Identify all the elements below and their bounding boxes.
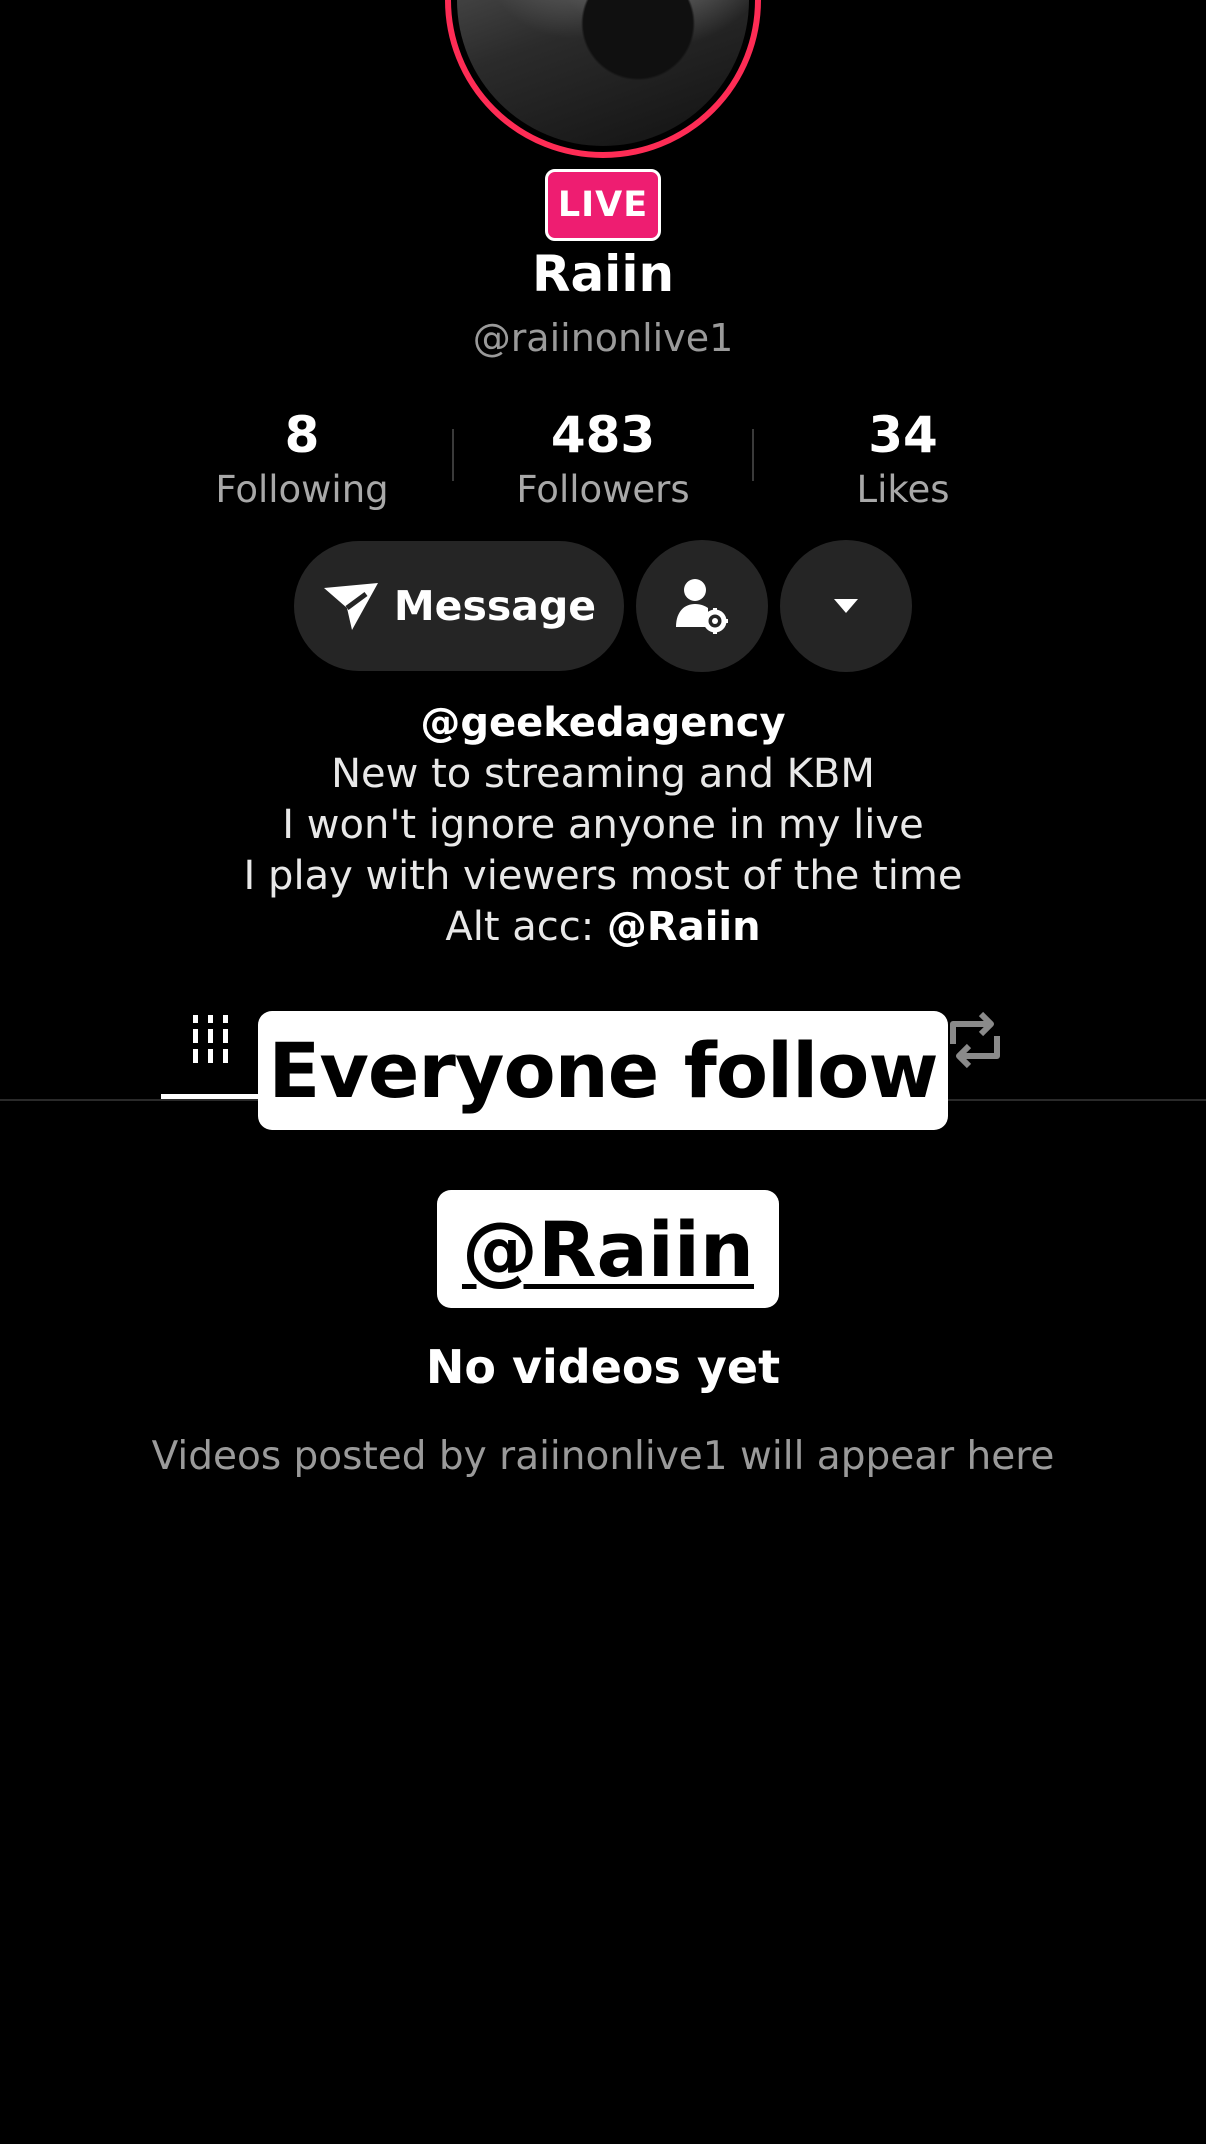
following-count: 8 bbox=[284, 406, 320, 464]
bio-line: I play with viewers most of the time bbox=[243, 853, 963, 899]
avatar-image bbox=[457, 0, 749, 146]
person-gear-icon bbox=[671, 575, 733, 637]
bio-alt-prefix: Alt acc: bbox=[445, 904, 607, 950]
tab-reposts[interactable] bbox=[943, 1010, 1007, 1074]
avatar[interactable] bbox=[445, 0, 761, 158]
overlay-mention: @Raiin bbox=[437, 1190, 779, 1308]
tab-videos[interactable] bbox=[190, 1013, 246, 1073]
bio-alt-mention[interactable]: @Raiin bbox=[607, 904, 761, 950]
overlay-text: Everyone follow bbox=[258, 1011, 948, 1130]
following-label: Following bbox=[215, 468, 389, 511]
empty-state-subtitle: Videos posted by raiinonlive1 will appea… bbox=[151, 1434, 1055, 1479]
friend-settings-button[interactable] bbox=[636, 540, 768, 672]
bio-mention[interactable]: @geekedagency bbox=[0, 698, 1206, 749]
caret-down-icon bbox=[832, 596, 860, 616]
likes-count: 34 bbox=[868, 406, 938, 464]
stat-followers[interactable]: 483 Followers bbox=[453, 405, 753, 513]
live-badge[interactable]: LIVE bbox=[545, 169, 661, 241]
more-options-button[interactable] bbox=[780, 540, 912, 672]
followers-label: Followers bbox=[516, 468, 690, 511]
message-button[interactable]: Message bbox=[294, 541, 624, 671]
username: @raiinonlive1 bbox=[472, 316, 734, 360]
bio-alt-account: Alt acc: @Raiin bbox=[0, 902, 1206, 953]
stat-following[interactable]: 8 Following bbox=[152, 405, 452, 513]
likes-label: Likes bbox=[856, 468, 950, 511]
bio-line: New to streaming and KBM bbox=[331, 751, 875, 797]
repost-icon bbox=[943, 1010, 1007, 1070]
paper-plane-icon bbox=[322, 580, 380, 632]
grid-icon bbox=[190, 1013, 246, 1069]
display-name: Raiin bbox=[531, 245, 675, 303]
followers-count: 483 bbox=[550, 406, 656, 464]
bio-line: I won't ignore anyone in my live bbox=[282, 802, 924, 848]
empty-state-title: No videos yet bbox=[425, 1340, 781, 1394]
message-label: Message bbox=[393, 582, 597, 630]
overlay-mention-text: @Raiin bbox=[461, 1204, 754, 1294]
stat-likes[interactable]: 34 Likes bbox=[753, 405, 1053, 513]
